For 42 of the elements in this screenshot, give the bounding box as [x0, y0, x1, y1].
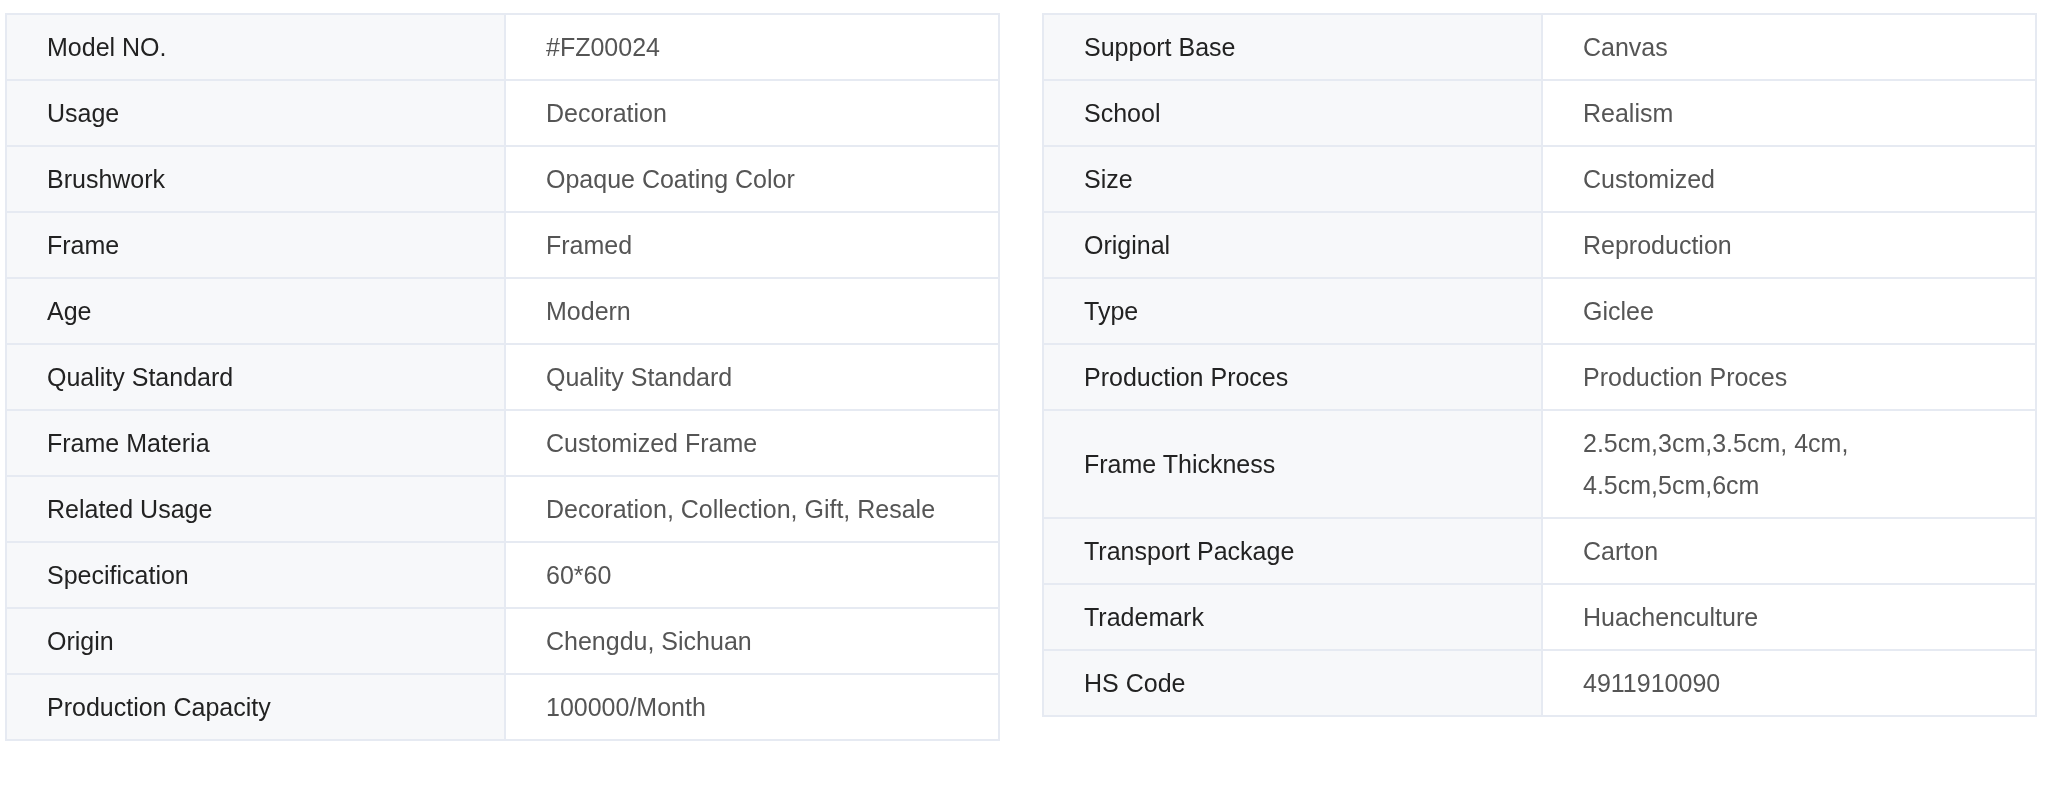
- spec-label: Origin: [47, 627, 114, 655]
- spec-label: Quality Standard: [47, 363, 234, 391]
- spec-value: Opaque Coating Color: [546, 165, 795, 193]
- spec-value: #FZ00024: [546, 33, 660, 61]
- spec-value: Chengdu, Sichuan: [546, 627, 752, 655]
- spec-value: Framed: [546, 231, 633, 259]
- spec-label: Model NO.: [47, 33, 167, 61]
- spec-label: Brushwork: [47, 165, 166, 193]
- spec-value: Decoration: [546, 99, 667, 127]
- spec-label: Production Capacity: [47, 693, 271, 721]
- spec-label: Original: [1084, 231, 1171, 259]
- spec-label: Frame: [47, 231, 120, 259]
- spec-label: Specification: [47, 561, 189, 589]
- spec-value: Giclee: [1583, 297, 1654, 325]
- spec-label: Support Base: [1084, 33, 1236, 61]
- spec-label: Related Usage: [47, 495, 213, 523]
- spec-label: Age: [47, 297, 92, 325]
- spec-value: Modern: [546, 297, 631, 325]
- spec-label: School: [1084, 99, 1161, 127]
- spec-value: 2.5cm,3cm,3.5cm, 4cm, 4.5cm,5cm,6cm: [1583, 429, 1849, 499]
- spec-value: Canvas: [1583, 33, 1668, 61]
- spec-value: Realism: [1583, 99, 1674, 127]
- spec-label: Frame Thickness: [1084, 450, 1276, 478]
- spec-value: Carton: [1583, 537, 1659, 565]
- spec-value: 100000/Month: [546, 693, 706, 721]
- spec-value: Huachenculture: [1583, 603, 1759, 631]
- spec-value: Decoration, Collection, Gift, Resale: [546, 495, 936, 523]
- spec-value: Quality Standard: [546, 363, 733, 391]
- spec-value: Reproduction: [1583, 231, 1732, 259]
- spec-label: Transport Package: [1084, 537, 1295, 565]
- spec-value: 60*60: [546, 561, 612, 589]
- spec-value: Customized: [1583, 165, 1715, 193]
- spec-label: Trademark: [1084, 603, 1204, 631]
- spec-value: Production Proces: [1583, 363, 1788, 391]
- spec-label: Frame Materia: [47, 429, 210, 457]
- spec-label: Type: [1084, 297, 1139, 325]
- spec-label: Size: [1084, 165, 1133, 193]
- spec-label: Usage: [47, 99, 120, 127]
- spec-value: Customized Frame: [546, 429, 758, 457]
- spec-label: Production Proces: [1084, 363, 1289, 391]
- spec-value: 4911910090: [1583, 669, 1721, 697]
- spec-label: HS Code: [1084, 669, 1186, 697]
